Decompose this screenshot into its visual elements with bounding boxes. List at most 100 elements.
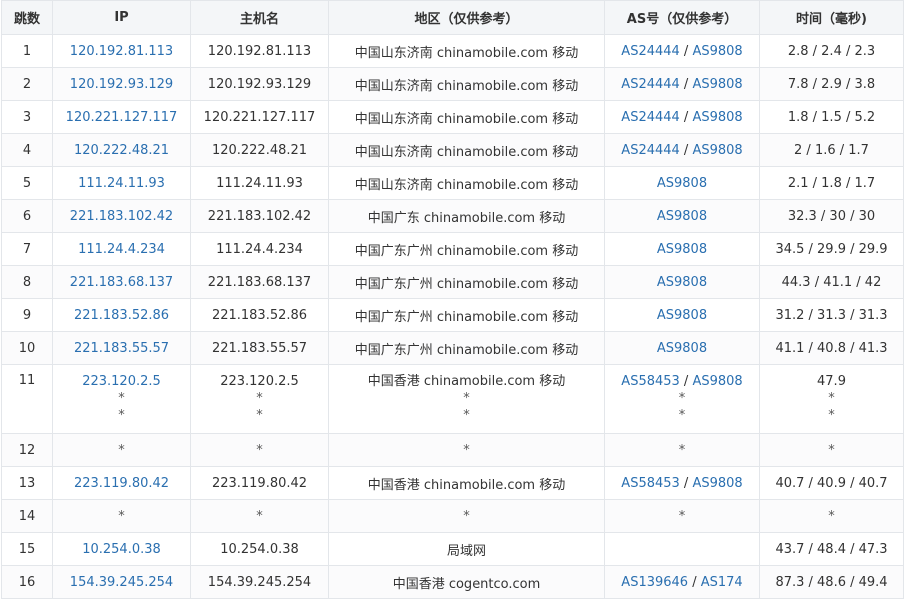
ip-cell: 120.192.81.113 bbox=[52, 34, 191, 68]
as-link[interactable]: AS9808 bbox=[692, 110, 742, 125]
latency-cell: 2.1 / 1.8 / 1.7 bbox=[759, 166, 904, 200]
as-cell: * bbox=[604, 499, 760, 533]
region-text: 局域网 bbox=[446, 543, 486, 559]
region-cell: 中国山东济南 chinamobile.com 移动 bbox=[328, 133, 605, 167]
hostname-text: 221.183.52.86 bbox=[211, 307, 308, 323]
ip-cell: 111.24.4.234 bbox=[52, 232, 191, 266]
as-link[interactable]: AS24444 bbox=[621, 44, 680, 59]
ip-link[interactable]: 221.183.55.57 bbox=[55, 341, 188, 356]
latency-text: 31.2 / 31.3 / 31.3 bbox=[775, 307, 888, 323]
as-link[interactable]: AS9808 bbox=[692, 44, 742, 59]
as-line: AS58453 / AS9808 bbox=[607, 373, 757, 390]
hop-number: 9 bbox=[1, 298, 53, 332]
as-link[interactable]: AS9808 bbox=[657, 275, 707, 290]
as-link[interactable]: AS24444 bbox=[621, 77, 680, 92]
table-row: 13 223.119.80.42 223.119.80.42 中国香港 chinamo… bbox=[1, 466, 904, 500]
table-row: 14 * * * * * bbox=[1, 499, 904, 533]
ip-link[interactable]: 221.183.52.86 bbox=[55, 308, 188, 323]
hostname-unknown: * bbox=[256, 408, 263, 423]
hostname-cell: 221.183.68.137 bbox=[190, 265, 329, 299]
ip-link[interactable]: 223.119.80.42 bbox=[55, 476, 188, 491]
as-separator: / bbox=[679, 109, 693, 125]
ip-link[interactable]: 221.183.68.137 bbox=[55, 275, 188, 290]
as-link[interactable]: AS174 bbox=[701, 575, 743, 590]
latency-text: 44.3 / 41.1 / 42 bbox=[781, 274, 882, 290]
latency-text: 32.3 / 30 / 30 bbox=[787, 208, 876, 224]
ip-cell: 154.39.245.254 bbox=[52, 565, 191, 599]
table-row: 11 223.120.2.5 * * 223.120.2.5 * * 中国香港 chinamo… bbox=[1, 364, 904, 434]
region-cell: 中国香港 chinamobile.com 移动 bbox=[328, 466, 605, 500]
ip-link[interactable]: 111.24.11.93 bbox=[55, 176, 188, 191]
as-cell: AS9808 bbox=[604, 199, 760, 233]
as-link[interactable]: AS9808 bbox=[692, 143, 742, 158]
as-line: AS139646 / AS174 bbox=[607, 575, 757, 590]
as-separator: / bbox=[679, 475, 693, 491]
ip-link[interactable]: 154.39.245.254 bbox=[55, 575, 188, 590]
ip-cell: 120.221.127.117 bbox=[52, 100, 191, 134]
as-separator: / bbox=[679, 43, 693, 59]
ip-link[interactable]: 120.192.93.129 bbox=[55, 77, 188, 92]
latency-cell: 32.3 / 30 / 30 bbox=[759, 199, 904, 233]
region-text: 中国香港 chinamobile.com 移动 bbox=[367, 477, 566, 493]
ip-cell: 221.183.55.57 bbox=[52, 331, 191, 365]
latency-text: 7.8 / 2.9 / 3.8 bbox=[787, 76, 876, 92]
as-cell: AS9808 bbox=[604, 166, 760, 200]
ip-link[interactable]: 223.120.2.5 bbox=[55, 373, 188, 390]
hop-number: 6 bbox=[1, 199, 53, 233]
as-unknown: * bbox=[678, 391, 686, 406]
ip-link[interactable]: 120.222.48.21 bbox=[55, 143, 188, 158]
hostname-cell: 221.183.102.42 bbox=[190, 199, 329, 233]
hop-number: 7 bbox=[1, 232, 53, 266]
region-text: 中国山东济南 chinamobile.com 移动 bbox=[354, 45, 579, 61]
as-link[interactable]: AS24444 bbox=[621, 143, 680, 158]
region-unknown: * bbox=[463, 508, 470, 524]
as-line: AS9808 bbox=[607, 275, 757, 290]
latency-text: 2 / 1.6 / 1.7 bbox=[794, 142, 869, 158]
as-link[interactable]: AS9808 bbox=[692, 476, 742, 491]
as-link[interactable]: AS58453 bbox=[621, 476, 680, 491]
hostname-cell: 120.221.127.117 bbox=[190, 100, 329, 134]
table-row: 8 221.183.68.137 221.183.68.137 中国广东广州 chin… bbox=[1, 265, 904, 299]
ip-link[interactable]: 10.254.0.38 bbox=[55, 542, 188, 557]
ip-link[interactable]: 120.192.81.113 bbox=[55, 44, 188, 59]
as-link[interactable]: AS9808 bbox=[657, 176, 707, 191]
latency-cell: 40.7 / 40.9 / 40.7 bbox=[759, 466, 904, 500]
hostname-text: 221.183.102.42 bbox=[207, 208, 312, 224]
as-link[interactable]: AS9808 bbox=[692, 77, 742, 92]
region-cell: 中国广东 chinamobile.com 移动 bbox=[328, 199, 605, 233]
ip-link[interactable]: 221.183.102.42 bbox=[55, 209, 188, 224]
as-cell: AS24444 / AS9808 bbox=[604, 133, 760, 167]
table-row: 3 120.221.127.117 120.221.127.117 中国山东济南 ch… bbox=[1, 100, 904, 134]
region-cell: 中国香港 chinamobile.com 移动 * * bbox=[328, 364, 605, 434]
as-cell: AS58453 / AS9808 bbox=[604, 466, 760, 500]
traceroute-table: 跳数 IP 主机名 地区（仅供参考） AS号（仅供参考） 时间（毫秒) 1 120… bbox=[1, 0, 904, 599]
as-cell: * bbox=[604, 433, 760, 467]
as-link[interactable]: AS9808 bbox=[657, 209, 707, 224]
hostname-cell: 223.119.80.42 bbox=[190, 466, 329, 500]
hop-number: 8 bbox=[1, 265, 53, 299]
hostname-text: 221.183.55.57 bbox=[211, 340, 308, 356]
as-link[interactable]: AS9808 bbox=[657, 242, 707, 257]
as-link[interactable]: AS139646 bbox=[621, 575, 688, 590]
as-cell: AS24444 / AS9808 bbox=[604, 100, 760, 134]
ip-link[interactable]: 120.221.127.117 bbox=[55, 110, 188, 125]
ip-link[interactable]: 111.24.4.234 bbox=[55, 242, 188, 257]
as-link[interactable]: AS9808 bbox=[692, 374, 742, 389]
as-link[interactable]: AS24444 bbox=[621, 110, 680, 125]
ip-cell: 223.120.2.5 * * bbox=[52, 364, 191, 434]
as-link[interactable]: AS58453 bbox=[621, 374, 680, 389]
table-row: 10 221.183.55.57 221.183.55.57 中国广东广州 china… bbox=[1, 331, 904, 365]
hostname-cell: 221.183.52.86 bbox=[190, 298, 329, 332]
ip-cell: * bbox=[52, 499, 191, 533]
hostname-cell: 223.120.2.5 * * bbox=[190, 364, 329, 434]
as-link[interactable]: AS9808 bbox=[657, 341, 707, 356]
hostname-text: 120.192.93.129 bbox=[207, 76, 312, 92]
hostname-text: 120.222.48.21 bbox=[211, 142, 308, 158]
header-host: 主机名 bbox=[190, 0, 329, 35]
hostname-cell: 111.24.11.93 bbox=[190, 166, 329, 200]
hostname-unknown: * bbox=[256, 508, 263, 524]
region-text: 中国香港 chinamobile.com 移动 bbox=[367, 374, 566, 389]
hostname-unknown: * bbox=[256, 442, 263, 458]
as-link[interactable]: AS9808 bbox=[657, 308, 707, 323]
as-line: AS24444 / AS9808 bbox=[607, 143, 757, 158]
